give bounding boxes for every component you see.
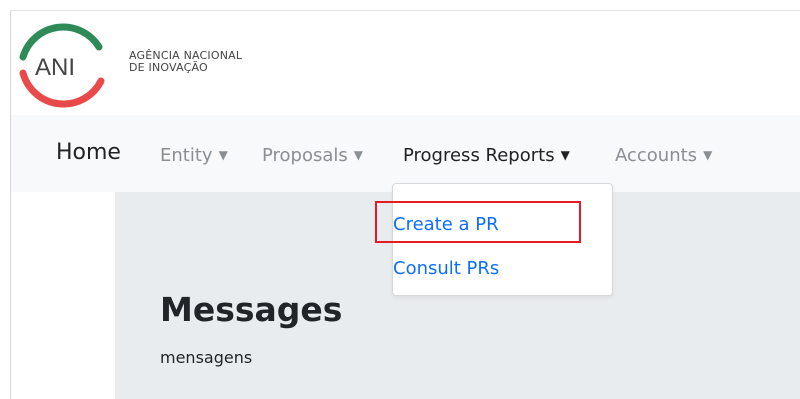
nav-item-label: Entity [160,145,213,166]
header: ANI AGÊNCIA NACIONAL DE INOVAÇÃO [11,11,800,115]
ani-logo-icon: ANI [19,23,105,108]
nav-item-label: Progress Reports [403,145,555,166]
nav-item-entity[interactable]: Entity ▼ [160,143,228,168]
nav-item-proposals[interactable]: Proposals ▼ [262,143,363,168]
nav-item-progress-reports[interactable]: Progress Reports ▼ [403,143,570,168]
ani-logo[interactable]: ANI [11,17,121,113]
logo-text: ANI [35,54,75,81]
window-top-border [10,0,800,11]
window-left-border [0,0,11,399]
nav-item-label: Accounts [615,145,698,166]
dropdown-item-consult-prs[interactable]: Consult PRs [393,258,499,279]
caret-down-icon: ▼ [560,148,570,162]
page-subtitle: mensagens [160,348,253,367]
highlight-box [375,201,581,243]
navbar: Home Entity ▼ Proposals ▼ Progress Reports… [11,115,800,192]
org-name-line2: DE INOVAÇÃO [129,61,208,74]
caret-down-icon: ▼ [353,148,364,162]
caret-down-icon: ▼ [218,148,228,162]
nav-item-accounts[interactable]: Accounts ▼ [615,143,712,168]
caret-down-icon: ▼ [703,148,713,162]
org-name: AGÊNCIA NACIONAL DE INOVAÇÃO [129,50,242,74]
nav-home[interactable]: Home [56,141,121,165]
nav-item-label: Proposals [262,145,348,166]
page-title: Messages [160,290,343,329]
